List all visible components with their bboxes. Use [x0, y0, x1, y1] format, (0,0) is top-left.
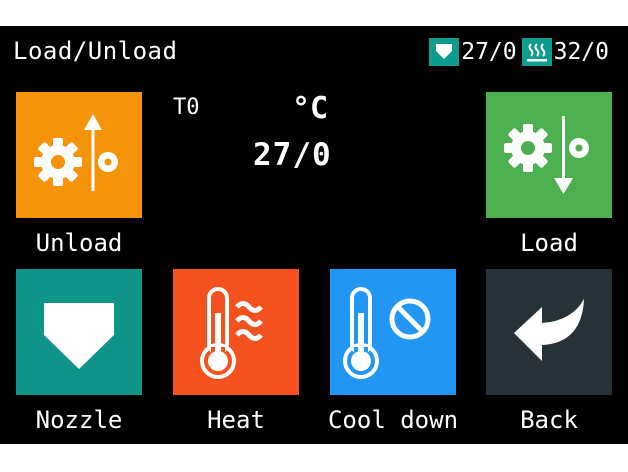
bed-temp-readout: 32/0 — [553, 39, 609, 65]
back-arrow-icon — [514, 299, 584, 361]
load-label: Load — [520, 229, 578, 257]
heated-bed-icon — [521, 38, 552, 66]
nozzle-temp-readout: 27/0 — [461, 39, 517, 65]
unload-button[interactable] — [16, 92, 142, 218]
nozzle-down-arrow-icon — [429, 38, 460, 66]
cooldown-button[interactable] — [330, 269, 456, 395]
load-button[interactable] — [486, 92, 612, 218]
thermometer-off-icon — [343, 287, 431, 379]
tool-indicator: T0 — [173, 95, 200, 120]
cooldown-label: Cool down — [327, 406, 459, 434]
back-button[interactable] — [486, 269, 612, 395]
thermometer-heat-icon — [200, 287, 263, 379]
gear-load-down-icon — [504, 116, 589, 194]
heat-label: Heat — [207, 406, 265, 434]
printer-screen: Load/Unload 27/0 32/0 Unload T0 °C 27/0 … — [0, 26, 628, 444]
status-bar: 27/0 32/0 — [429, 38, 612, 66]
nozzle-button[interactable] — [16, 269, 142, 395]
nozzle-icon — [44, 303, 114, 369]
unload-label: Unload — [35, 229, 123, 257]
temperature-unit: °C — [292, 91, 329, 126]
temperature-readout: 27/0 — [253, 137, 332, 173]
nozzle-label: Nozzle — [35, 406, 123, 434]
back-label: Back — [520, 406, 578, 434]
heat-button[interactable] — [173, 269, 299, 395]
gear-unload-up-icon — [34, 114, 118, 191]
page-title: Load/Unload — [13, 37, 178, 65]
